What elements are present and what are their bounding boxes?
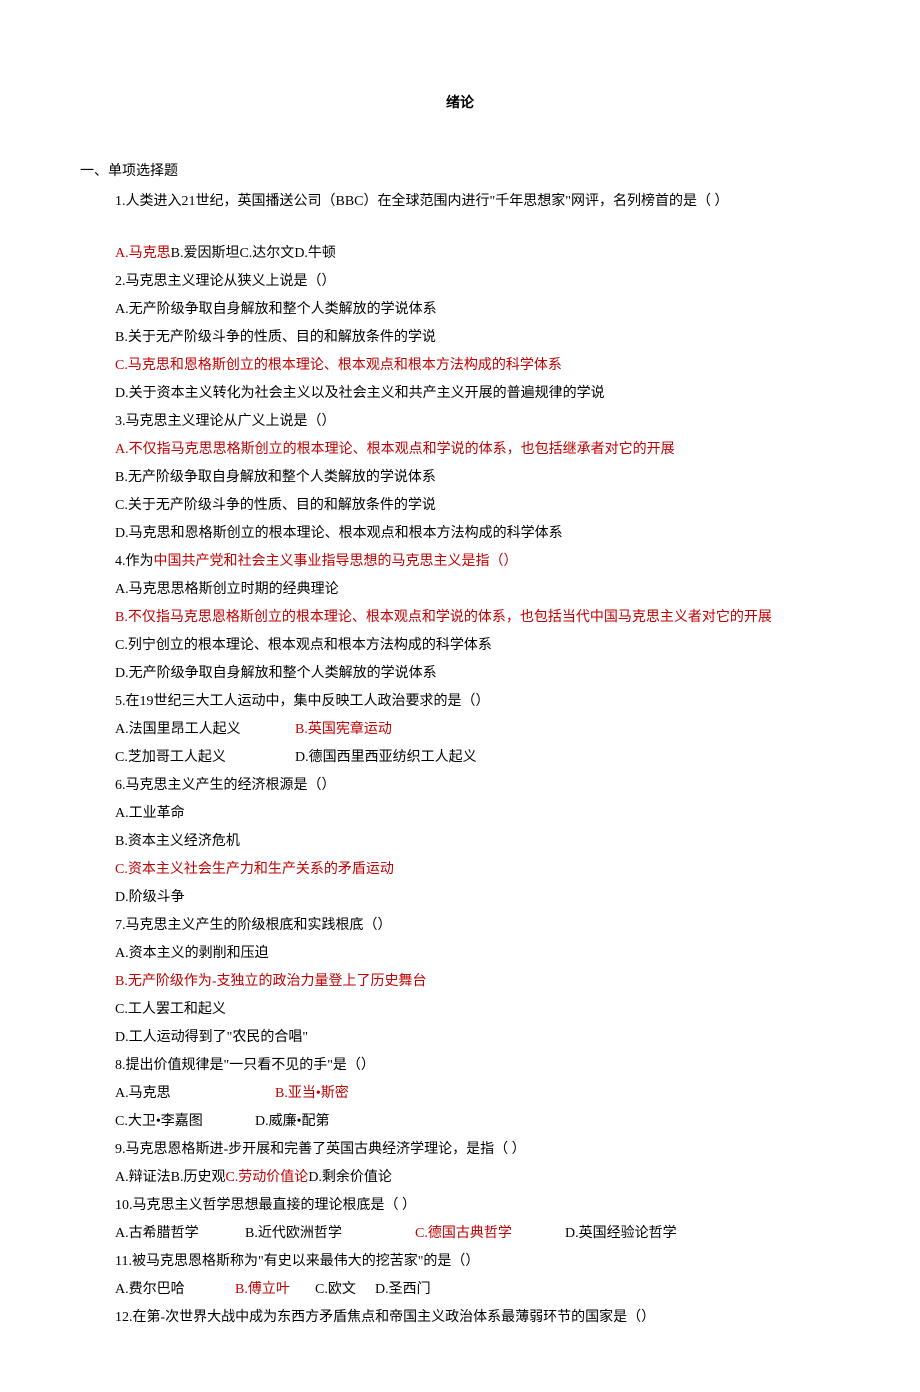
section-heading: 一、单项选择题 (80, 158, 840, 186)
option-a: A.辩证法 (115, 1170, 171, 1185)
question-stem: 5.在19世纪三大工人运动中，集中反映工人政治要求的是（） (80, 688, 840, 716)
question-stem: 9.马克思恩格斯进-步开展和完善了英国古典经济学理论，是指（ ） (80, 1136, 840, 1164)
option-line: A.马克思B.爱因斯坦C.达尔文D.牛顿 (80, 240, 840, 268)
option-row: A.法国里昂工人起义B.英国宪章运动 (80, 716, 840, 744)
option-answer: B.不仅指马克思恩格斯创立的根本理论、根本观点和学说的体系，也包括当代中国马克思… (80, 604, 840, 632)
option: A.无产阶级争取自身解放和整个人类解放的学说体系 (80, 296, 840, 324)
option-c: C.芝加哥工人起义 (115, 744, 295, 772)
option-c: C.德国古典哲学 (415, 1220, 565, 1248)
question-stem: 11.被马克思恩格斯称为"有史以来最伟大的挖苦家"的是（） (80, 1248, 840, 1276)
option-a: A.马克思 (115, 246, 171, 261)
option: B.无产阶级争取自身解放和整个人类解放的学说体系 (80, 464, 840, 492)
option-row: C.芝加哥工人起义D.德国西里西亚纺织工人起义 (80, 744, 840, 772)
option-answer: A.不仅指马克思思格斯创立的根本理论、根本观点和学说的体系，也包括继承者对它的开… (80, 436, 840, 464)
option-b: B.近代欧洲哲学 (245, 1220, 415, 1248)
option-line: A.辩证法B.历史观C.劳动价值论D.剩余价值论 (80, 1164, 840, 1192)
option-c: C.大卫•李嘉图 (115, 1108, 255, 1136)
question-stem: 2.马克思主义理论从狭义上说是（） (80, 268, 840, 296)
option: C.工人罢工和起义 (80, 996, 840, 1024)
option-c: C.欧文 (315, 1276, 375, 1304)
option: A.工业革命 (80, 800, 840, 828)
option-d: D.牛顿 (294, 246, 336, 261)
option: B.关于无产阶级斗争的性质、目的和解放条件的学说 (80, 324, 840, 352)
question-stem: 3.马克思主义理论从广义上说是（） (80, 408, 840, 436)
option: B.资本主义经济危机 (80, 828, 840, 856)
option: D.工人运动得到了"农民的合唱" (80, 1024, 840, 1052)
option-b: B.爱因斯坦 (171, 246, 240, 261)
option-d: D.剩余价值论 (308, 1170, 392, 1185)
option-a: A.法国里昂工人起义 (115, 716, 295, 744)
option-a: A.费尔巴哈 (115, 1276, 235, 1304)
option: C.关于无产阶级斗争的性质、目的和解放条件的学说 (80, 492, 840, 520)
option-a: A.古希腊哲学 (115, 1220, 245, 1248)
option-c: C.劳动价值论 (225, 1170, 308, 1185)
option-d: D.威廉•配第 (255, 1114, 330, 1129)
option-row: A.马克思B.亚当•斯密 (80, 1080, 840, 1108)
option-d: D.德国西里西亚纺织工人起义 (295, 750, 477, 765)
option: D.无产阶级争取自身解放和整个人类解放的学说体系 (80, 660, 840, 688)
question-stem: 7.马克思主义产生的阶级根底和实践根底（） (80, 912, 840, 940)
option-b: B.亚当•斯密 (275, 1086, 349, 1101)
option-row: C.大卫•李嘉图D.威廉•配第 (80, 1108, 840, 1136)
option-a: A.马克思 (115, 1080, 275, 1108)
question-stem: 1.人类进入21世纪，英国播送公司（BBC）在全球范围内进行"千年思想家"网评，… (80, 188, 840, 216)
question-stem: 8.提出价值规律是"一只看不见的手"是（） (80, 1052, 840, 1080)
option: A.马克思思格斯创立时期的经典理论 (80, 576, 840, 604)
option: D.关于资本主义转化为社会主义以及社会主义和共产主义开展的普遍规律的学说 (80, 380, 840, 408)
question-stem: 10.马克思主义哲学思想最直接的理论根底是（ ） (80, 1192, 840, 1220)
question-stem: 12.在第-次世界大战中成为东西方矛盾焦点和帝国主义政治体系最薄弱环节的国家是（… (80, 1304, 840, 1332)
question-stem: 6.马克思主义产生的经济根源是（） (80, 772, 840, 800)
option: D.马克思和恩格斯创立的根本理论、根本观点和根本方法构成的科学体系 (80, 520, 840, 548)
option: A.资本主义的剥削和压迫 (80, 940, 840, 968)
option: C.列宁创立的根本理论、根本观点和根本方法构成的科学体系 (80, 632, 840, 660)
option-c: C.达尔文 (239, 246, 294, 261)
question-stem: 4.作为中国共产党和社会主义事业指导思想的马克思主义是指（） (80, 548, 840, 576)
option-answer: C.资本主义社会生产力和生产关系的矛盾运动 (80, 856, 840, 884)
option-b: B.傅立叶 (235, 1276, 315, 1304)
option-answer: B.无产阶级作为-支独立的政治力量登上了历史舞台 (80, 968, 840, 996)
option-b: B.英国宪章运动 (295, 722, 392, 737)
option-b: B.历史观 (171, 1170, 226, 1185)
option-d: D.圣西门 (375, 1282, 431, 1297)
option-d: D.英国经验论哲学 (565, 1226, 677, 1241)
page-title: 绪论 (80, 90, 840, 118)
option-line: A.古希腊哲学B.近代欧洲哲学C.德国古典哲学D.英国经验论哲学 (80, 1220, 840, 1248)
option-answer: C.马克思和恩格斯创立的根本理论、根本观点和根本方法构成的科学体系 (80, 352, 840, 380)
option: D.阶级斗争 (80, 884, 840, 912)
option-line: A.费尔巴哈B.傅立叶C.欧文D.圣西门 (80, 1276, 840, 1304)
